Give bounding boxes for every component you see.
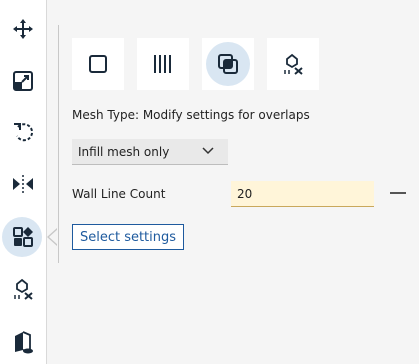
dont-support-overlaps-button[interactable] [267, 38, 319, 90]
dropdown-selected-value: Infill mesh only [78, 145, 170, 159]
move-icon [13, 19, 33, 39]
rotate-icon [14, 123, 34, 142]
select-settings-button[interactable]: Select settings [72, 224, 184, 250]
scale-tool-button[interactable] [0, 61, 46, 101]
support-blocker-tool-button[interactable] [0, 269, 46, 309]
print-as-support-button[interactable] [137, 38, 189, 90]
modify-overlaps-button[interactable] [202, 38, 254, 90]
wall-line-count-input[interactable]: 20 [231, 181, 374, 207]
panel-pointer-inner [49, 229, 58, 245]
dont-support-overlaps-icon [284, 53, 303, 75]
chevron-down-icon [202, 147, 214, 155]
support-blocker-icon [14, 278, 33, 300]
per-model-settings-tool-button[interactable] [0, 217, 46, 257]
normal-model-button[interactable] [72, 38, 124, 90]
scale-icon [13, 71, 33, 91]
panel-border [58, 25, 59, 263]
move-tool-button[interactable] [0, 9, 46, 49]
normal-model-icon [89, 55, 107, 73]
mirror-icon [13, 175, 33, 193]
cube-icon [15, 331, 33, 354]
tool-sidebar [0, 0, 47, 364]
modify-overlaps-icon [218, 54, 238, 74]
print-as-support-icon [154, 55, 171, 73]
remove-setting-button[interactable] [390, 192, 406, 194]
cube-tool-button[interactable] [0, 322, 46, 362]
infill-mesh-dropdown[interactable]: Infill mesh only [72, 139, 228, 165]
mirror-tool-button[interactable] [0, 164, 46, 204]
mesh-type-label: Mesh Type: Modify settings for overlaps [72, 108, 310, 122]
per-model-settings-icon [13, 227, 33, 247]
wall-line-count-label: Wall Line Count [72, 187, 166, 201]
rotate-tool-button[interactable] [0, 112, 46, 152]
